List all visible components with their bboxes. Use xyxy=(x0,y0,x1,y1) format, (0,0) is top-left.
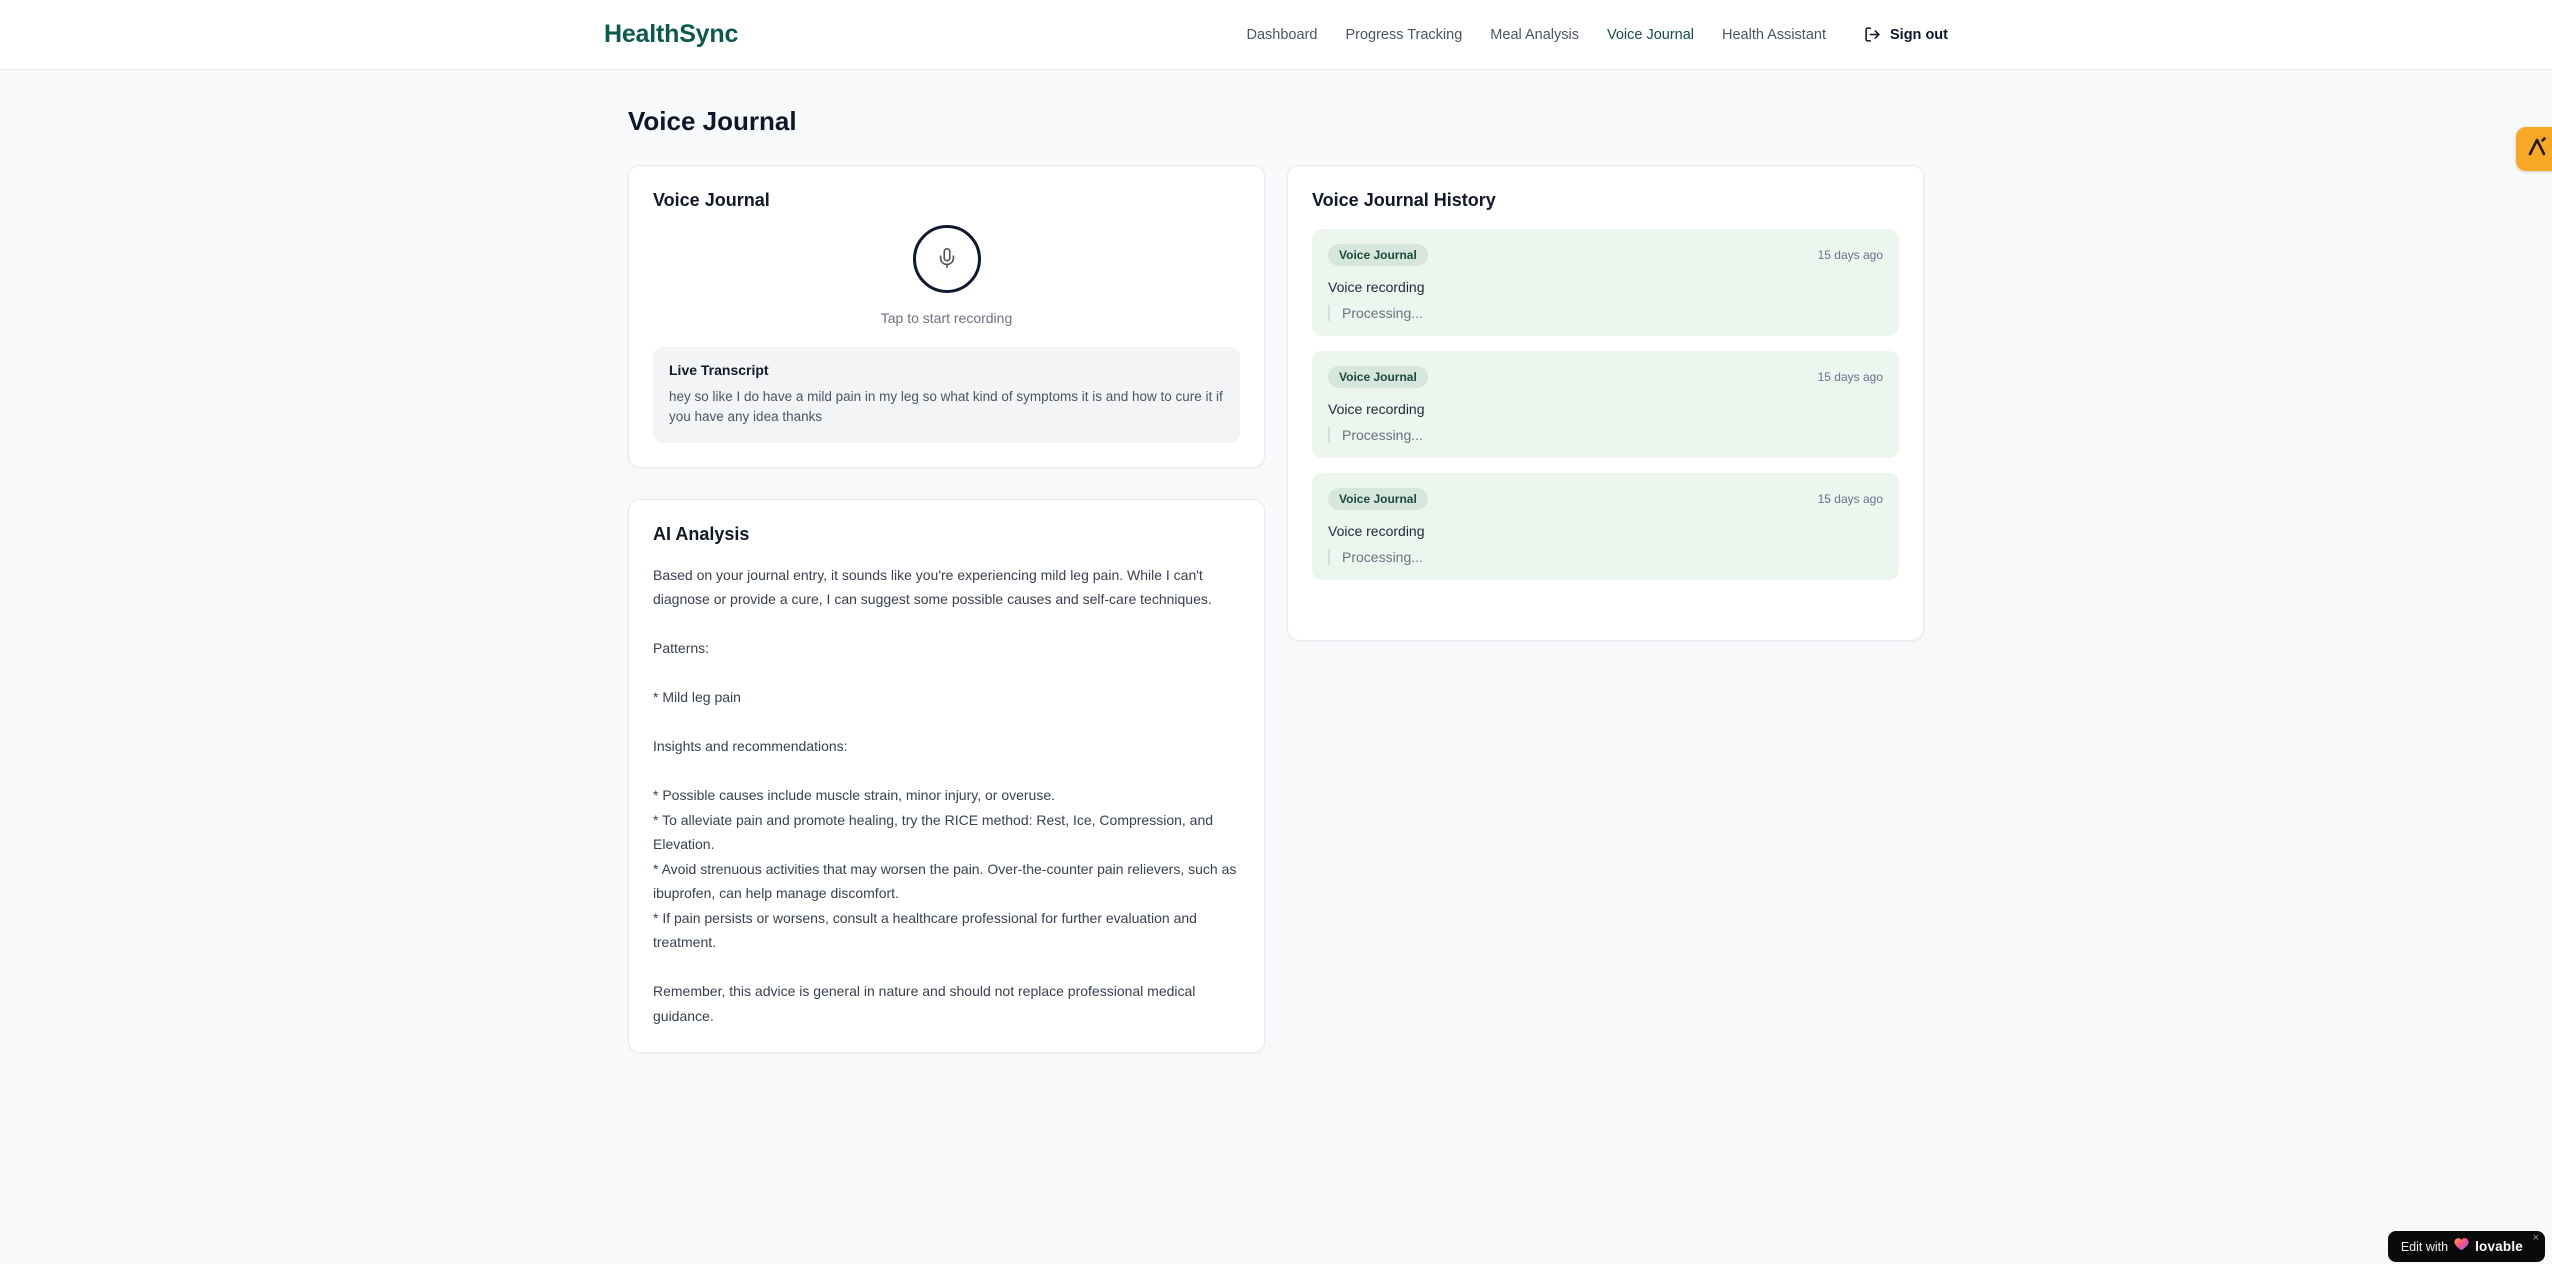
ai-analysis-card: AI Analysis Based on your journal entry,… xyxy=(628,498,1265,1053)
live-transcript-text: hey so like I do have a mild pain in my … xyxy=(669,389,1223,425)
content-grid: Voice Journal Tap to start recording Liv… xyxy=(628,165,1924,1053)
microphone-icon xyxy=(936,247,958,272)
live-transcript-box: Live Transcript hey so like I do have a … xyxy=(653,347,1240,443)
lovable-tab-icon xyxy=(2525,135,2549,164)
edit-with-label: Edit with xyxy=(2400,1239,2449,1254)
history-entry[interactable]: Voice Journal 15 days ago Voice recordin… xyxy=(1312,229,1899,336)
history-entry-head: Voice Journal 15 days ago xyxy=(1328,366,1883,388)
entry-type-badge: Voice Journal xyxy=(1328,366,1428,388)
signout-label: Sign out xyxy=(1890,26,1948,43)
entry-title: Voice recording xyxy=(1328,279,1425,295)
logout-icon xyxy=(1864,26,1881,43)
nav-item-dashboard[interactable]: Dashboard xyxy=(1247,27,1318,43)
main-nav: Dashboard Progress Tracking Meal Analysi… xyxy=(1247,26,1949,43)
entry-processing-status: Processing... xyxy=(1328,305,1883,321)
ai-analysis-body: Based on your journal entry, it sounds l… xyxy=(653,566,1237,1024)
history-entry-head: Voice Journal 15 days ago xyxy=(1328,488,1883,510)
entry-title: Voice recording xyxy=(1328,523,1425,539)
entry-timestamp: 15 days ago xyxy=(1817,248,1883,262)
mic-area: Tap to start recording xyxy=(653,211,1240,326)
side-edit-tab[interactable] xyxy=(2516,127,2552,171)
header-inner: HealthSync Dashboard Progress Tracking M… xyxy=(604,20,1948,49)
page-title: Voice Journal xyxy=(628,106,797,136)
nav-item-progress-tracking[interactable]: Progress Tracking xyxy=(1345,27,1462,43)
left-column: Voice Journal Tap to start recording Liv… xyxy=(628,165,1265,1053)
main-content: Voice Journal Voice Journal Tap to start… xyxy=(628,70,1924,1053)
ai-analysis-title: AI Analysis xyxy=(653,523,750,544)
history-entry-head: Voice Journal 15 days ago xyxy=(1328,244,1883,266)
app-header: HealthSync Dashboard Progress Tracking M… xyxy=(0,0,2552,70)
lovable-brand-label: lovable xyxy=(2475,1239,2523,1254)
live-transcript-title: Live Transcript xyxy=(669,362,769,378)
entry-type-badge: Voice Journal xyxy=(1328,244,1428,266)
nav-item-meal-analysis[interactable]: Meal Analysis xyxy=(1490,27,1579,43)
record-button[interactable] xyxy=(912,225,981,293)
entry-timestamp: 15 days ago xyxy=(1817,492,1883,506)
heart-icon xyxy=(2454,1237,2469,1256)
history-card-title: Voice Journal History xyxy=(1312,190,1496,210)
voice-recorder-card: Voice Journal Tap to start recording Liv… xyxy=(628,165,1265,468)
entry-processing-status: Processing... xyxy=(1328,427,1883,443)
history-entry[interactable]: Voice Journal 15 days ago Voice recordin… xyxy=(1312,473,1899,580)
entry-type-badge: Voice Journal xyxy=(1328,488,1428,510)
right-column: Voice Journal History Voice Journal 15 d… xyxy=(1287,165,1924,641)
edit-with-lovable-badge[interactable]: Edit with lovable × xyxy=(2387,1231,2545,1262)
entry-processing-status: Processing... xyxy=(1328,549,1883,565)
history-entry[interactable]: Voice Journal 15 days ago Voice recordin… xyxy=(1312,351,1899,458)
tap-to-record-hint: Tap to start recording xyxy=(880,310,1013,326)
recorder-card-title: Voice Journal xyxy=(653,190,770,210)
entry-title: Voice recording xyxy=(1328,401,1425,417)
nav-item-health-assistant[interactable]: Health Assistant xyxy=(1722,27,1826,43)
close-icon[interactable]: × xyxy=(2533,1233,2539,1244)
entry-timestamp: 15 days ago xyxy=(1817,370,1883,384)
voice-journal-history-card: Voice Journal History Voice Journal 15 d… xyxy=(1287,165,1924,641)
brand-logo[interactable]: HealthSync xyxy=(604,20,738,49)
signout-button[interactable]: Sign out xyxy=(1864,26,1948,43)
nav-item-voice-journal[interactable]: Voice Journal xyxy=(1607,27,1694,43)
history-list: Voice Journal 15 days ago Voice recordin… xyxy=(1312,229,1899,580)
